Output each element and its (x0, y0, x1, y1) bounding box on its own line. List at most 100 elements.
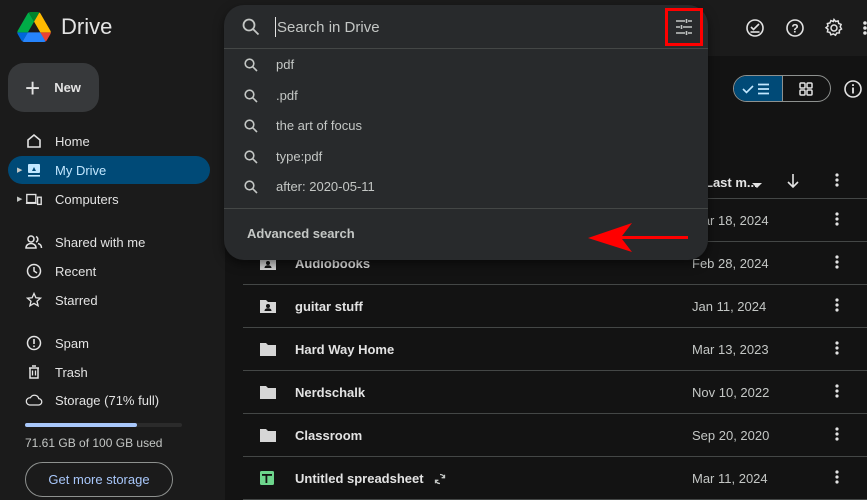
search-suggestion-text: pdf (276, 57, 295, 72)
new-button[interactable]: + New (8, 63, 99, 112)
last-modified-date: Feb 28, 2024 (692, 256, 769, 271)
expand-caret-icon[interactable]: ▶ (17, 195, 22, 203)
sidebar: Drive + New Home ▶ My Drive ▶ Computers (0, 0, 225, 500)
file-name-text: Nerdschalk (295, 385, 366, 400)
sidebar-item-trash[interactable]: Trash (8, 358, 210, 386)
sidebar-item-home[interactable]: Home (8, 127, 210, 155)
search-suggestion-text: after: 2020-05-11 (276, 179, 375, 194)
new-button-label: New (54, 80, 81, 95)
offline-ready-icon[interactable] (743, 16, 767, 40)
sort-direction-icon[interactable] (786, 173, 800, 194)
search-suggestion-text: type:pdf (276, 148, 323, 164)
file-row[interactable]: Nerdschalk Nov 10, 2022 (243, 371, 867, 414)
info-icon[interactable] (843, 79, 863, 99)
file-row[interactable]: guitar stuff Jan 11, 2024 (243, 285, 867, 328)
settings-icon[interactable] (822, 16, 846, 40)
search-suggestion[interactable]: after: 2020-05-11 (224, 171, 708, 201)
home-icon (25, 132, 43, 150)
dropdown-arrow-icon[interactable] (751, 177, 763, 195)
my-drive-icon (25, 161, 43, 179)
more-actions-icon[interactable] (835, 211, 839, 232)
last-modified-column-header[interactable]: Last m... (705, 175, 758, 190)
last-modified-date: Mar 13, 2023 (692, 342, 769, 357)
trash-icon (25, 363, 43, 381)
clock-icon (25, 262, 43, 280)
search-icon (243, 57, 259, 78)
spam-icon (25, 334, 43, 352)
computers-icon (25, 190, 43, 208)
drive-app: Drive + New Home ▶ My Drive ▶ Computers (0, 0, 867, 500)
drive-logo-icon (17, 12, 51, 42)
last-modified-date: Nov 10, 2022 (692, 385, 770, 400)
search-suggestion[interactable]: pdf (224, 49, 708, 79)
more-actions-icon[interactable] (835, 340, 839, 361)
last-modified-date: Sep 20, 2020 (692, 428, 770, 443)
sidebar-item-label: Spam (55, 335, 89, 351)
shared-folder-icon (259, 298, 277, 314)
shared-icon (25, 233, 43, 251)
search-suggestion[interactable]: .pdf (224, 80, 708, 110)
star-icon (25, 291, 43, 309)
more-actions-icon[interactable] (835, 383, 839, 404)
file-name: Classroom (295, 428, 362, 443)
search-icon (241, 17, 261, 42)
folder-icon (259, 427, 277, 443)
search-input[interactable] (275, 17, 655, 37)
more-actions-icon[interactable] (835, 297, 839, 318)
drive-logo[interactable]: Drive (17, 12, 112, 42)
search-suggestion-text: .pdf (276, 87, 298, 103)
folder-icon (259, 341, 277, 357)
sidebar-item-shared-with-me[interactable]: Shared with me (8, 228, 210, 256)
more-actions-icon[interactable] (835, 469, 839, 490)
search-suggestion-text: the art of focus (276, 118, 362, 133)
file-name: guitar stuff (295, 299, 363, 314)
get-more-storage-button[interactable]: Get more storage (25, 462, 173, 497)
spreadsheet-icon (259, 470, 277, 486)
sidebar-item-spam[interactable]: Spam (8, 329, 210, 357)
search-suggestion[interactable]: type:pdf (224, 141, 708, 171)
cloud-icon (25, 391, 43, 409)
syncing-icon (434, 473, 446, 485)
file-name: Nerdschalk (295, 385, 365, 400)
storage-progress-bar (25, 423, 182, 427)
file-row[interactable]: Classroom Sep 20, 2020 (243, 414, 867, 457)
grid-view-icon (799, 81, 814, 96)
expand-caret-icon[interactable]: ▶ (17, 166, 22, 174)
sidebar-item-computers[interactable]: ▶ Computers (8, 185, 210, 213)
sidebar-item-label: Computers (55, 191, 119, 207)
sidebar-item-label: Home (55, 133, 90, 149)
sidebar-item-starred[interactable]: Starred (8, 286, 210, 314)
search-bar (224, 5, 708, 49)
list-view-icon (742, 83, 769, 94)
file-name-text: Classroom (295, 428, 363, 443)
sidebar-item-label: Recent (55, 263, 97, 279)
storage-progress-fill (25, 423, 138, 427)
more-actions-icon[interactable] (835, 426, 839, 447)
folder-icon (259, 384, 277, 400)
file-row[interactable]: Hard Way Home Mar 13, 2023 (243, 328, 867, 371)
grid-view-button[interactable] (781, 76, 830, 101)
sidebar-item-label: Starred (55, 292, 98, 308)
more-actions-icon[interactable] (835, 254, 839, 275)
sidebar-item-recent[interactable]: Recent (8, 257, 210, 285)
file-name: Hard Way Home (295, 342, 394, 357)
search-suggestion[interactable]: the art of focus (224, 110, 708, 140)
search-icon (243, 88, 259, 109)
file-name-text: guitar stuff (295, 299, 363, 314)
search-dropdown: pdf .pdf the art of focus type:pdf after: 20… (224, 5, 708, 260)
plus-icon: + (25, 72, 41, 103)
file-name: Untitled spreadsheet (295, 471, 446, 486)
sidebar-item-storage[interactable]: Storage (71% full) (8, 386, 210, 414)
file-name-text: Untitled spreadsheet (295, 471, 424, 486)
view-toggle (733, 75, 831, 102)
apps-menu-icon[interactable] (857, 16, 867, 40)
help-icon[interactable]: ? (783, 16, 807, 40)
list-view-button[interactable] (734, 76, 782, 101)
sidebar-item-label: My Drive (55, 162, 107, 178)
advanced-search-link[interactable]: Advanced search (247, 226, 355, 241)
file-row[interactable]: Untitled spreadsheet Mar 11, 2024 (243, 457, 867, 500)
search-options-button[interactable] (665, 8, 703, 46)
last-modified-date: Jan 11, 2024 (692, 299, 767, 314)
more-options-icon[interactable] (835, 172, 839, 193)
sidebar-item-my-drive[interactable]: ▶ My Drive (8, 156, 210, 184)
